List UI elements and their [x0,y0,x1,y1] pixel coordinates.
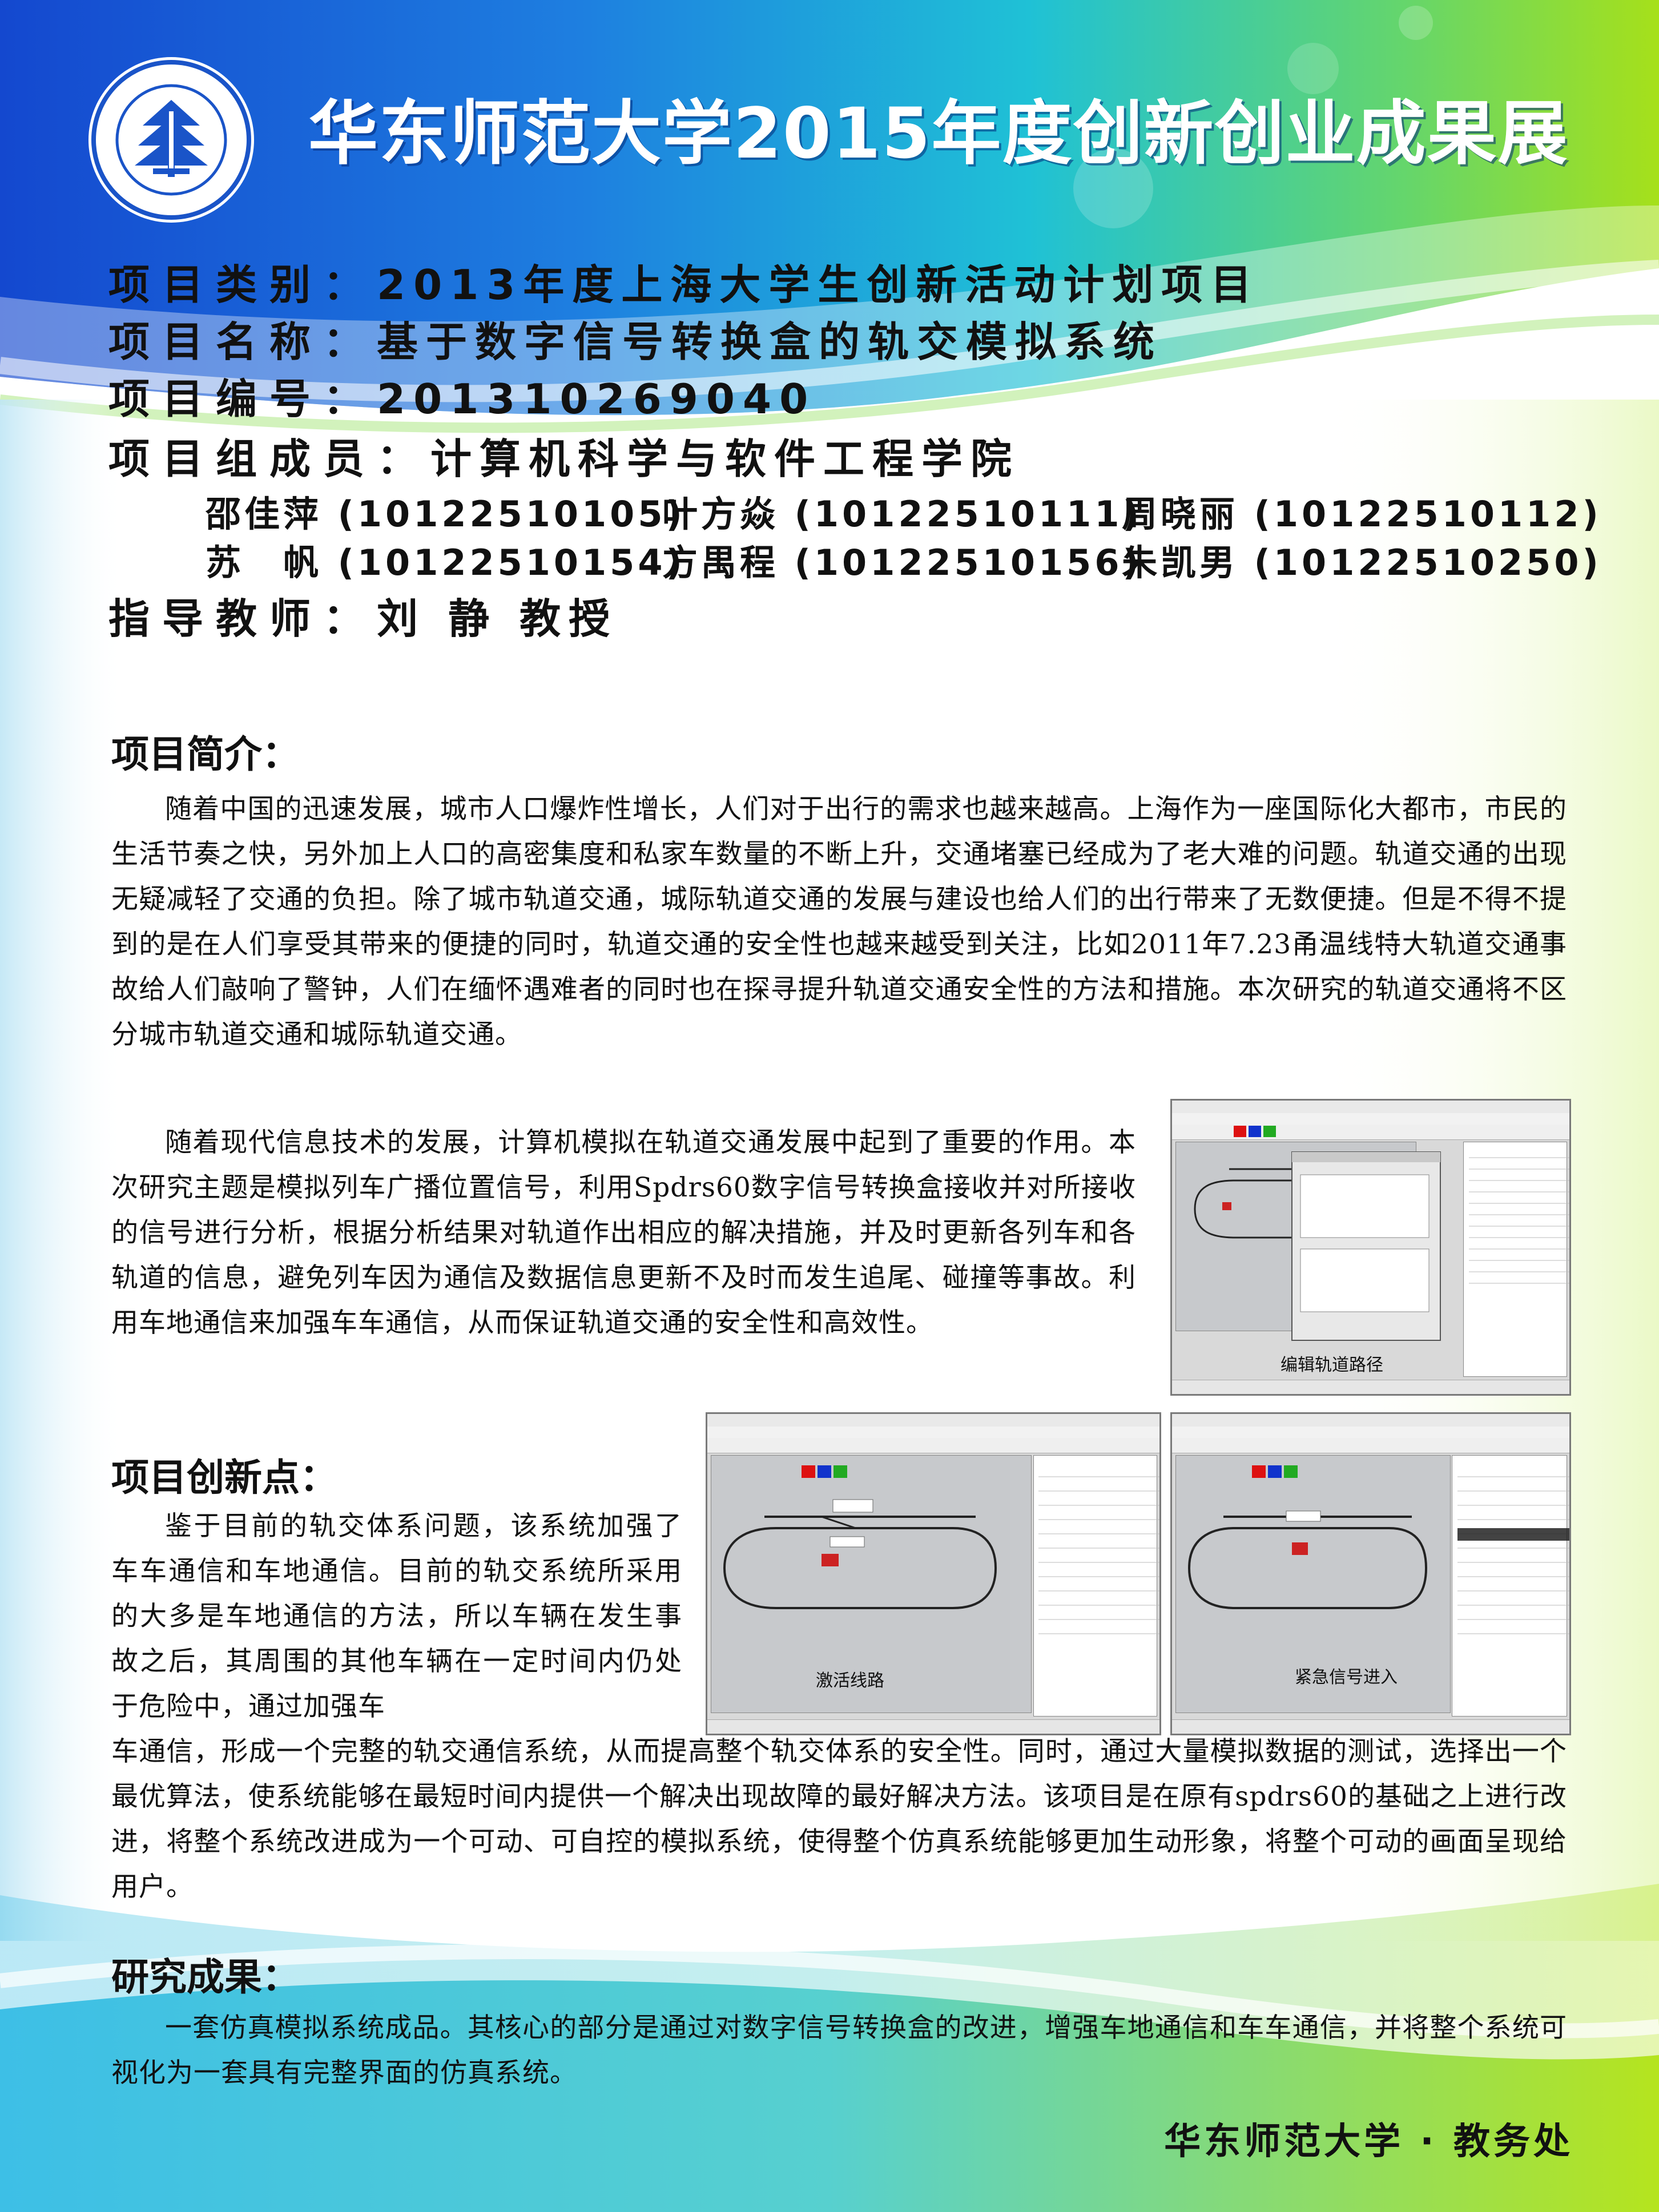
innovation-heading: 项目创新点： [111,1456,337,1500]
screenshot-emergency-signal: 紧急信号进入 [1170,1412,1571,1735]
screenshot-activate-line: 激活线路 [706,1412,1161,1735]
number-label: 项目编号： [108,375,377,423]
category-value: 2013年度上海大学生创新活动计划项目 [377,261,1260,309]
members-value: 计算机科学与软件工程学院 [430,435,1020,483]
window-statusbar [1172,1380,1569,1394]
member-5: 方禺程 (10122510156) [662,542,1142,583]
caption-edit-path: 编辑轨道路径 [1281,1355,1383,1375]
category-label: 项目类别： [108,261,377,309]
results-paragraph: 一套仿真模拟系统成品。其核心的部分是通过对数字信号转换盒的改进，增强车地通信和车… [111,2012,1567,2089]
member-4: 苏 帆 (10122510154) [206,542,686,583]
member-1: 邵佳萍 (10122510105) [206,493,686,535]
innovation-paragraph-top: 鉴于目前的轨交体系问题，该系统加强了车车通信和车地通信。目前的轨交系统所采用的大… [111,1510,682,1722]
project-name: 项目名称：基于数字信号转换盒的轨交模拟系统 [108,308,1162,368]
results-heading: 研究成果： [111,1955,300,1999]
screenshot-edit-path: 编辑轨道路径 [1170,1099,1571,1396]
member-6: 朱凯男 (10122510250) [1122,542,1602,583]
window-statusbar [707,1719,1159,1734]
footer-issuer: 华东师范大学 · 教务处 [1164,2121,1573,2163]
advisor-value: 刘 静 教授 [377,595,618,643]
track-diagram-icon [723,1465,1159,1634]
page-title: 华东师范大学2015年度创新创业成果展 [308,93,1569,174]
intro-paragraph-2: 随着现代信息技术的发展，计算机模拟在轨道交通发展中起到了重要的作用。本次研究主题… [111,1127,1136,1339]
project-category: 项目类别：2013年度上海大学生创新活动计划项目 [108,251,1259,311]
name-label: 项目名称： [108,318,377,366]
intro-heading: 项目简介： [111,732,300,776]
member-3: 周晓丽 (10122510112) [1122,493,1602,535]
project-number: 项目编号：201310269040 [108,365,816,425]
university-logo [86,54,257,225]
advisor-label: 指导教师： [108,595,377,643]
project-members: 项目组成员：计算机科学与软件工程学院 [108,425,1020,485]
window-statusbar [1172,1719,1569,1734]
member-2: 叶方焱 (10122510111) [662,493,1142,535]
name-value: 基于数字信号转换盒的轨交模拟系统 [377,318,1163,366]
project-advisor: 指导教师：刘 静 教授 [108,585,618,645]
caption-activate-line: 激活线路 [816,1671,884,1691]
innovation-paragraph-rest: 车通信，形成一个完整的轨交通信系统，从而提高整个轨交体系的安全性。同时，通过大量… [111,1736,1567,1903]
caption-emergency-signal: 紧急信号进入 [1295,1667,1398,1687]
number-value: 201310269040 [377,375,816,423]
members-label: 项目组成员： [108,435,431,483]
intro-paragraph-1: 随着中国的迅速发展，城市人口爆炸性增长，人们对于出行的需求也越来越高。上海作为一… [111,793,1567,1050]
